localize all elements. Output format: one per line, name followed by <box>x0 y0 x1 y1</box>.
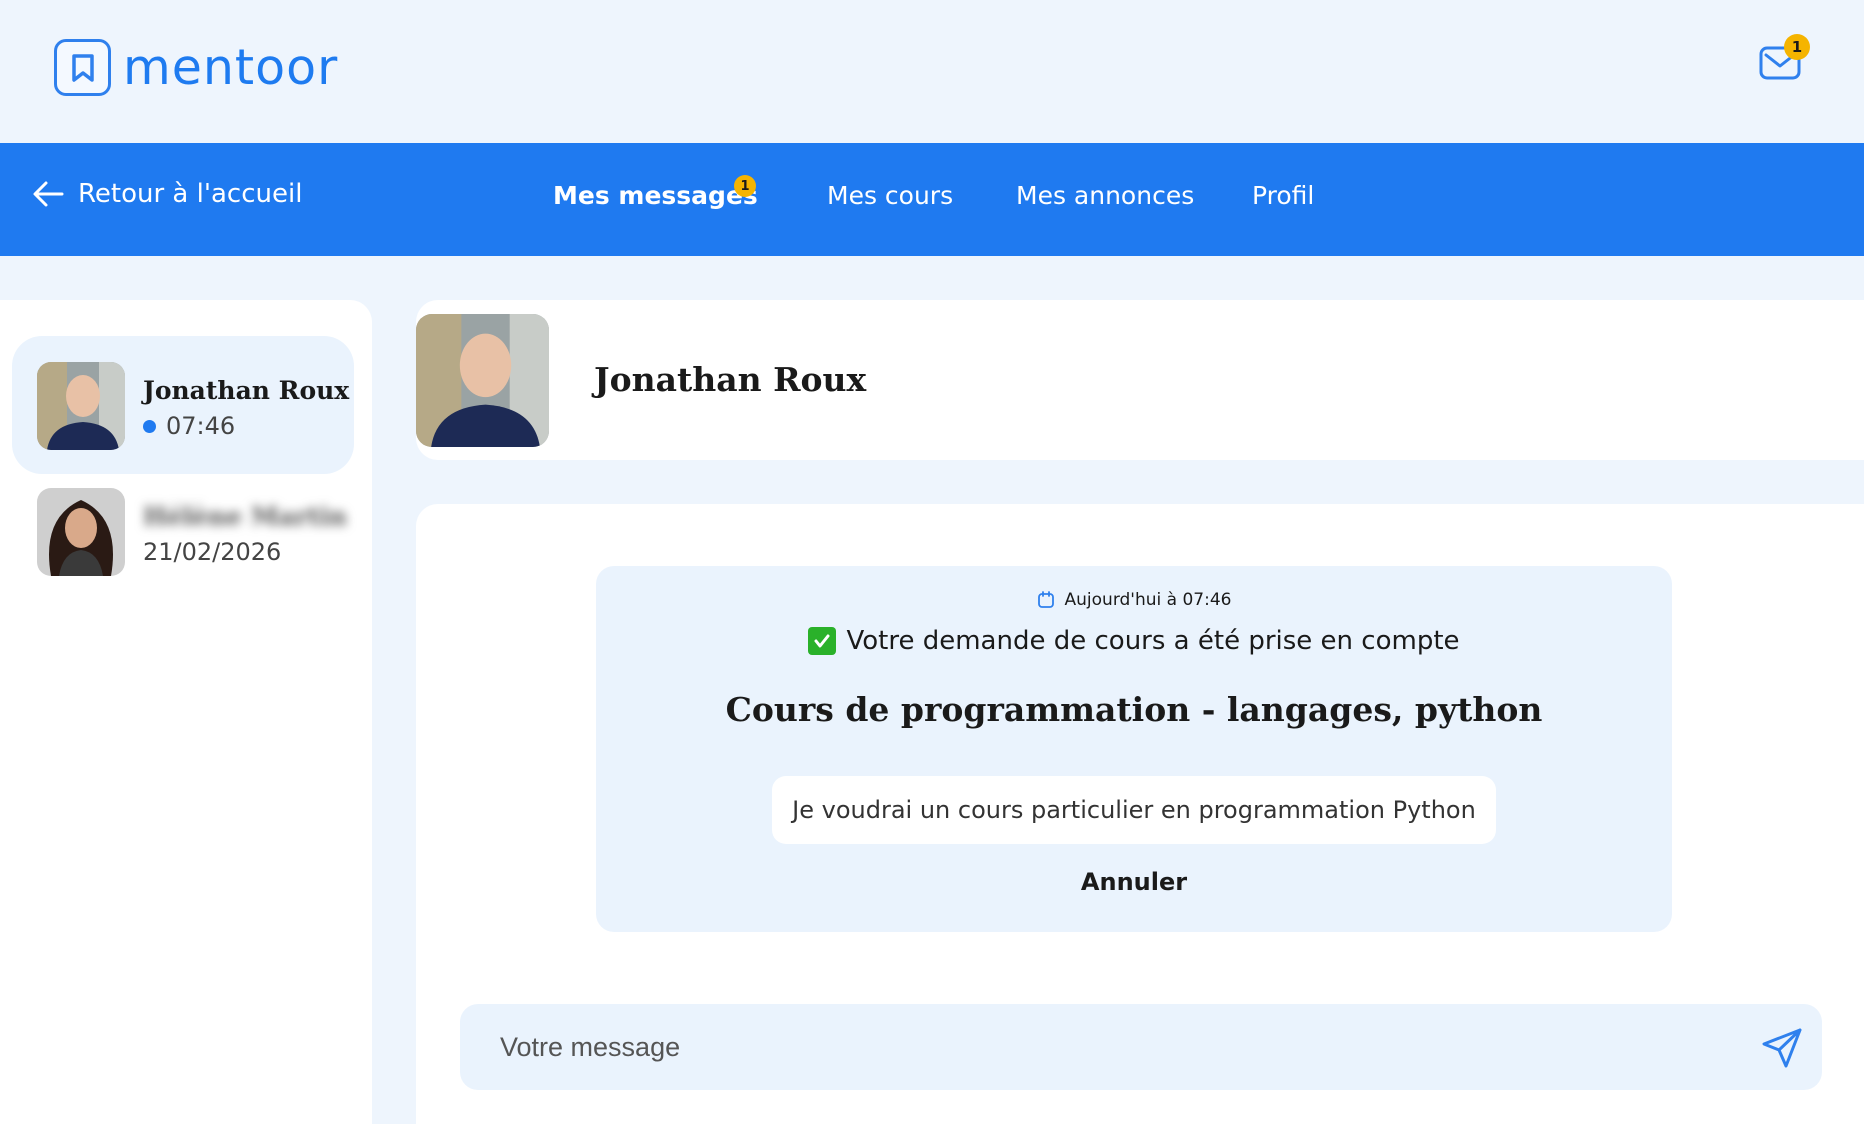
brand-name: mentoor <box>123 39 339 96</box>
conversation-list: Jonathan Roux 07:46 Hélène Martin 21/02/… <box>0 300 372 1124</box>
top-header: mentoor 1 <box>0 0 1864 143</box>
check-mark-icon <box>808 627 837 655</box>
avatar <box>37 488 125 576</box>
contact-name: Jonathan Roux <box>143 376 350 405</box>
back-home-label: Retour à l'accueil <box>78 179 303 209</box>
course-title: Cours de programmation - langages, pytho… <box>725 690 1543 729</box>
brand-logo[interactable]: mentoor <box>54 39 338 96</box>
calendar-icon <box>1037 591 1054 608</box>
tab-courses[interactable]: Mes cours <box>827 181 953 210</box>
request-status-text: Votre demande de cours a été prise en co… <box>846 626 1460 656</box>
conversation-meta: 21/02/2026 <box>143 538 281 566</box>
message-input[interactable] <box>500 1004 1700 1090</box>
avatar <box>416 314 549 447</box>
back-home-link[interactable]: Retour à l'accueil <box>32 179 302 209</box>
main-navbar: Retour à l'accueil Mes messages Mes cour… <box>0 143 1864 256</box>
course-request-card: Aujourd'hui à 07:46 Votre demande de cou… <box>596 566 1672 932</box>
contact-name: Hélène Martin <box>143 502 347 531</box>
tab-messages[interactable]: Mes messages <box>553 181 758 210</box>
send-icon <box>1762 1028 1802 1068</box>
last-message-date: 21/02/2026 <box>143 538 282 566</box>
chat-header: Jonathan Roux <box>416 300 1864 460</box>
bookmark-icon <box>54 39 111 96</box>
conversation-item[interactable]: Hélène Martin 21/02/2026 <box>12 462 354 600</box>
request-timestamp: Aujourd'hui à 07:46 <box>596 590 1672 610</box>
request-message: Je voudrai un cours particulier en progr… <box>772 776 1496 844</box>
request-timestamp-text: Aujourd'hui à 07:46 <box>1064 590 1232 610</box>
cancel-button[interactable]: Annuler <box>596 868 1672 896</box>
message-composer <box>460 1004 1822 1090</box>
avatar <box>37 362 125 450</box>
request-status: Votre demande de cours a été prise en co… <box>596 626 1672 656</box>
arrow-left-icon <box>33 181 64 207</box>
messages-badge: 1 <box>734 175 756 197</box>
conversation-meta: 07:46 <box>143 412 235 440</box>
online-indicator <box>143 419 156 433</box>
conversation-item[interactable]: Jonathan Roux 07:46 <box>12 336 354 474</box>
tab-listings[interactable]: Mes annonces <box>1016 181 1194 210</box>
inbox-badge: 1 <box>1784 34 1810 60</box>
send-button[interactable] <box>1760 1026 1804 1070</box>
tab-profile[interactable]: Profil <box>1252 181 1314 210</box>
last-message-time: 07:46 <box>166 412 236 440</box>
chat-thread: Aujourd'hui à 07:46 Votre demande de cou… <box>416 504 1864 1124</box>
chat-contact-name: Jonathan Roux <box>594 360 867 399</box>
